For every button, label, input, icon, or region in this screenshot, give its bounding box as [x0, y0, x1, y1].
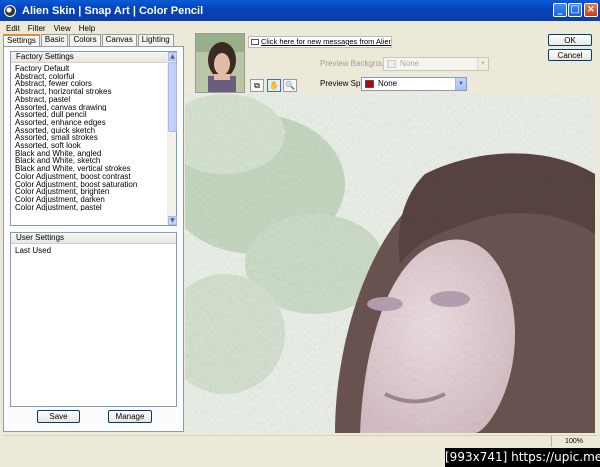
list-item[interactable]: Assorted, enhance edges — [11, 119, 168, 127]
list-item[interactable]: Abstract, pastel — [11, 96, 168, 104]
menu-view[interactable]: View — [50, 24, 75, 33]
list-item[interactable]: Abstract, colorful — [11, 73, 168, 81]
tab-basic[interactable]: Basic — [40, 34, 69, 46]
save-button[interactable]: Save — [37, 410, 80, 423]
watermark: [993x741] https://upic.me/ — [445, 448, 600, 467]
thumbnail-image — [196, 34, 244, 92]
list-item[interactable]: Black and White, vertical strokes — [11, 165, 168, 173]
messages-bar[interactable]: Click here for new messages from Alien S… — [248, 36, 392, 48]
preset-list: Factory Default Abstract, colorful Abstr… — [11, 65, 168, 211]
preview-split-value: None — [378, 79, 398, 88]
app-icon[interactable] — [4, 4, 16, 17]
zoom-level: 100% — [551, 436, 596, 447]
list-item[interactable]: Assorted, quick sketch — [11, 127, 168, 135]
zoom-icon[interactable]: 🔍 — [283, 79, 297, 92]
list-item[interactable]: Abstract, horizontal strokes — [11, 88, 168, 96]
user-settings-header: User Settings — [11, 233, 176, 244]
preview-background-select: None ▼ — [383, 57, 489, 71]
title-bar[interactable]: Alien Skin | Snap Art | Color Pencil _ □… — [0, 0, 600, 21]
list-item[interactable]: Factory Default — [11, 65, 168, 73]
app-window: Alien Skin | Snap Art | Color Pencil _ □… — [0, 0, 600, 467]
tab-colors[interactable]: Colors — [69, 34, 101, 46]
chevron-down-icon[interactable]: ▼ — [455, 78, 466, 90]
user-settings-list[interactable]: User Settings Last Used — [10, 232, 177, 407]
preview-image — [185, 94, 595, 433]
list-item[interactable]: Color Adjustment, boost saturation — [11, 181, 168, 189]
split-swatch — [365, 80, 374, 88]
close-icon[interactable]: × — [584, 3, 598, 17]
scroll-thumb[interactable] — [168, 62, 177, 132]
scroll-up-arrow-icon[interactable]: ▲ — [168, 52, 177, 61]
window-title: Alien Skin | Snap Art | Color Pencil — [22, 4, 204, 17]
factory-settings-header: Factory Settings — [11, 52, 167, 63]
cancel-button[interactable]: Cancel — [548, 49, 592, 61]
list-item[interactable]: Assorted, canvas drawing — [11, 104, 168, 112]
list-item[interactable]: Black and White, angled — [11, 150, 168, 158]
scroll-down-arrow-icon[interactable]: ▼ — [168, 216, 177, 225]
minimize-icon[interactable]: _ — [553, 3, 567, 17]
list-item[interactable]: Abstract, fewer colors — [11, 80, 168, 88]
ok-button[interactable]: OK — [548, 34, 592, 46]
list-item[interactable]: Color Adjustment, darken — [11, 196, 168, 204]
list-item[interactable]: Last Used — [11, 246, 176, 256]
list-item[interactable]: Assorted, dull pencil — [11, 111, 168, 119]
factory-settings-list[interactable]: Factory Settings Factory Default Abstrac… — [10, 51, 177, 226]
tab-canvas[interactable]: Canvas — [101, 34, 137, 46]
hand-icon[interactable]: ✋ — [267, 79, 281, 92]
settings-tabs: Settings Basic Colors Canvas Lighting — [3, 34, 175, 46]
list-item[interactable]: Assorted, soft look — [11, 142, 168, 150]
list-item[interactable]: Color Adjustment, boost contrast — [11, 173, 168, 181]
menu-help[interactable]: Help — [75, 24, 99, 33]
list-item[interactable]: Color Adjustment, brighten — [11, 188, 168, 196]
preview-canvas[interactable] — [185, 94, 595, 433]
list-item[interactable]: Color Adjustment, pastel — [11, 204, 168, 212]
menu-filter[interactable]: Filter — [24, 24, 50, 33]
navigator-thumbnail[interactable] — [195, 33, 245, 93]
preview-split-select[interactable]: None ▼ — [361, 77, 467, 91]
list-item[interactable]: Assorted, small strokes — [11, 134, 168, 142]
background-swatch — [387, 60, 396, 68]
factory-list-scrollbar[interactable]: ▲ ▼ — [167, 52, 177, 225]
compare-icon[interactable]: ⧉ — [250, 79, 264, 92]
preview-background-value: None — [400, 59, 420, 68]
manage-button[interactable]: Manage — [108, 410, 152, 423]
messages-link[interactable]: Click here for new messages from Alien S… — [261, 37, 391, 46]
status-bar: 100% — [3, 435, 597, 447]
message-icon — [251, 39, 259, 45]
tab-settings[interactable]: Settings — [3, 34, 40, 46]
maximize-icon[interactable]: □ — [568, 3, 582, 17]
list-item[interactable]: Black and White, sketch — [11, 157, 168, 165]
chevron-down-icon: ▼ — [477, 58, 488, 70]
tab-lighting[interactable]: Lighting — [137, 34, 174, 46]
menu-bar: Edit Filter View Help — [0, 21, 600, 35]
menu-edit[interactable]: Edit — [0, 24, 24, 33]
